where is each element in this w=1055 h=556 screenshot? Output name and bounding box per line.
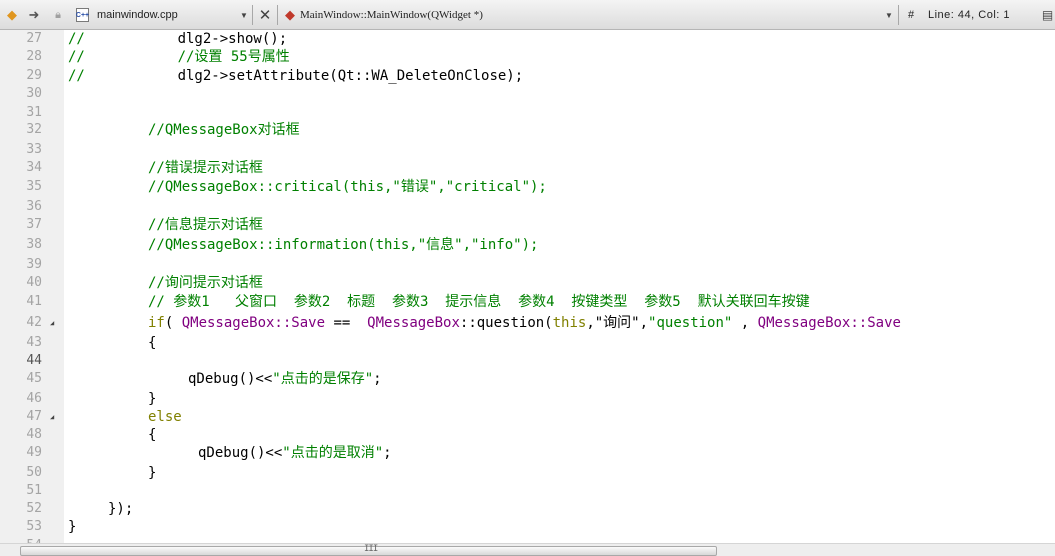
keyword-token: this — [552, 315, 587, 331]
line-number: 43 — [26, 335, 42, 350]
code-token: qDebug()<< — [198, 445, 283, 461]
line-number: 32 — [26, 122, 42, 137]
line-number: 27 — [26, 31, 42, 46]
line-number: 47 — [26, 409, 42, 424]
line-number: 46 — [26, 391, 42, 406]
string-token: "question" — [648, 315, 733, 331]
line-number: 48 — [26, 427, 42, 442]
line-number: 30 — [26, 86, 42, 101]
line-number: 31 — [26, 105, 42, 120]
split-view-icon[interactable]: ▤ — [1040, 0, 1055, 30]
code-line-47: else — [148, 409, 182, 425]
comment-token: // — [68, 31, 85, 47]
code-line-40: //询问提示对话框 — [148, 275, 263, 291]
back-arrow-icon[interactable]: ◆ — [2, 0, 22, 30]
close-document-button[interactable]: ✕ — [256, 0, 274, 30]
code-line-34: //错误提示对话框 — [148, 160, 263, 176]
horizontal-scrollbar[interactable]: III — [0, 543, 1055, 556]
editor-toolbar: ◆ ➜ 🔒︎ C++ mainwindow.cpp ▼ ✕ ◆ MainWind… — [0, 0, 1055, 30]
code-line-32: //QMessageBox对话框 — [148, 122, 300, 138]
code-line-43: { — [148, 335, 157, 351]
line-number: 41 — [26, 294, 42, 309]
toolbar-divider — [277, 5, 278, 25]
line-number: 29 — [26, 68, 42, 83]
fold-marker-icon[interactable]: ◢ — [50, 408, 54, 426]
line-number: 36 — [26, 199, 42, 214]
code-line-50: } — [148, 465, 157, 481]
code-line-48: { — [148, 427, 157, 443]
code-line-35: //QMessageBox::critical(this,"错误","criti… — [148, 179, 547, 195]
line-number: 28 — [26, 49, 42, 64]
line-number: 38 — [26, 237, 42, 252]
current-line-number: 44 — [26, 353, 42, 368]
code-line-38: //QMessageBox::information(this,"信息","in… — [148, 237, 539, 253]
chevron-down-icon[interactable]: ▼ — [885, 0, 893, 30]
scrollbar-thumb[interactable]: III — [20, 544, 717, 556]
line-number: 39 — [26, 257, 42, 272]
string-token: "点击的是保存" — [272, 371, 374, 387]
code-line-49: qDebug()<<"点击的是取消"; — [198, 444, 392, 462]
line-number: 52 — [26, 501, 42, 516]
class-token: QMessageBox — [367, 315, 460, 331]
code-token: qDebug()<< — [188, 371, 273, 387]
toolbar-divider — [252, 5, 253, 25]
code-token: ; — [383, 445, 392, 461]
line-number: 37 — [26, 217, 42, 232]
code-token: ( — [164, 315, 182, 331]
code-token: , — [732, 315, 758, 331]
comment-token: //设置 55号属性 — [84, 49, 290, 65]
code-line-28: // //设置 55号属性 — [68, 48, 290, 66]
line-number: 45 — [26, 371, 42, 386]
code-line-45: qDebug()<<"点击的是保存"; — [188, 370, 382, 388]
code-line-29: // dlg2->setAttribute(Qt::WA_DeleteOnClo… — [68, 67, 523, 85]
chevron-down-icon[interactable]: ▼ — [240, 0, 248, 30]
fold-marker-icon[interactable]: ◢ — [50, 314, 54, 332]
code-token: dlg2->setAttribute(Qt::WA_DeleteOnClose)… — [84, 68, 524, 84]
grip-icon: III — [364, 544, 378, 554]
comment-token: // — [68, 68, 85, 84]
line-column-indicator[interactable]: Line: 44, Col: 1 — [928, 0, 1010, 30]
preprocessor-hash[interactable]: # — [908, 0, 914, 30]
line-number: 40 — [26, 275, 42, 290]
code-line-37: //信息提示对话框 — [148, 217, 263, 233]
comment-token: // — [68, 49, 85, 65]
code-editor[interactable]: // dlg2->show(); // //设置 55号属性 // dlg2->… — [64, 30, 1055, 543]
line-number: 53 — [26, 519, 42, 534]
code-line-52: }); — [108, 501, 134, 517]
string-token: "点击的是取消" — [282, 445, 384, 461]
code-token: ,"询问", — [586, 315, 649, 331]
line-number: 42 — [26, 315, 42, 330]
code-line-41: // 参数1 父窗口 参数2 标题 参数3 提示信息 参数4 按键类型 参数5 … — [148, 294, 810, 310]
line-number: 50 — [26, 465, 42, 480]
keyword-token: if — [148, 315, 165, 331]
line-number: 51 — [26, 483, 42, 498]
function-symbol-icon: ◆ — [285, 7, 295, 22]
line-number: 34 — [26, 160, 42, 175]
class-token: QMessageBox::Save — [181, 315, 326, 331]
line-number-gutter: 27 28 29 30 31 32 33 34 35 36 37 38 39 4… — [0, 30, 64, 553]
symbol-combo[interactable]: MainWindow::MainWindow(QWidget *) — [300, 0, 483, 30]
line-number: 33 — [26, 142, 42, 157]
code-line-46: } — [148, 391, 157, 407]
code-line-27: // dlg2->show(); — [68, 30, 287, 48]
code-line-42: if( QMessageBox::Save == QMessageBox::qu… — [148, 314, 901, 332]
cpp-file-icon: C++ — [76, 8, 89, 22]
forward-arrow-icon[interactable]: ➜ — [24, 0, 44, 30]
code-token: == — [325, 315, 368, 331]
code-token: ::question( — [459, 315, 553, 331]
lock-icon[interactable]: 🔒︎ — [48, 0, 68, 30]
line-number: 35 — [26, 179, 42, 194]
open-document-combo[interactable]: mainwindow.cpp — [97, 0, 178, 30]
line-number: 49 — [26, 445, 42, 460]
code-token: ; — [373, 371, 382, 387]
code-line-53: } — [68, 519, 77, 535]
class-token: QMessageBox::Save — [757, 315, 901, 331]
toolbar-divider — [898, 5, 899, 25]
code-token: dlg2->show(); — [84, 31, 288, 47]
